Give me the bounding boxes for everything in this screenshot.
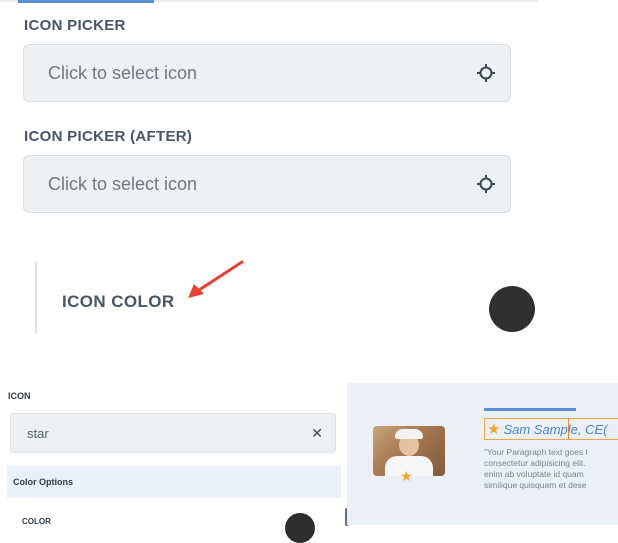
- active-tab-indicator: [18, 0, 154, 3]
- icon-color-label: ICON COLOR: [62, 292, 175, 311]
- icon-search-input[interactable]: star ✕: [10, 413, 336, 453]
- star-icon: ★: [400, 468, 413, 484]
- preview-accent-line: [484, 408, 576, 411]
- icon-picker-label: ICON PICKER: [24, 17, 126, 34]
- icon-picker-after-label: ICON PICKER (AFTER): [24, 128, 193, 145]
- icon-picker-after-placeholder: Click to select icon: [48, 173, 198, 194]
- crosshair-icon[interactable]: [476, 63, 496, 83]
- icon-picker-field[interactable]: Click to select icon: [23, 44, 511, 102]
- testimonial-name-box[interactable]: ★ Sam Sample, CE(: [484, 418, 618, 440]
- color-swatch[interactable]: [285, 513, 315, 543]
- red-arrow-annotation-icon: [188, 260, 244, 298]
- icon-color-swatch[interactable]: [489, 286, 535, 332]
- color-options-header[interactable]: Color Options: [7, 466, 341, 498]
- text-cursor: [568, 419, 569, 439]
- color-options-title: Color Options: [13, 477, 73, 487]
- section-divider: [35, 262, 37, 334]
- star-icon: ★: [487, 421, 501, 438]
- crosshair-icon[interactable]: [476, 174, 496, 194]
- icon-input-value: star: [27, 425, 49, 441]
- testimonial-paragraph: "Your Paragraph text goes l consectetur …: [484, 447, 588, 490]
- icon-field-label: ICON: [8, 391, 31, 401]
- icon-picker-after-field[interactable]: Click to select icon: [23, 155, 511, 213]
- clear-icon[interactable]: ✕: [311, 425, 323, 442]
- testimonial-name: Sam Sample, CE(: [503, 421, 608, 437]
- icon-picker-placeholder: Click to select icon: [48, 62, 198, 83]
